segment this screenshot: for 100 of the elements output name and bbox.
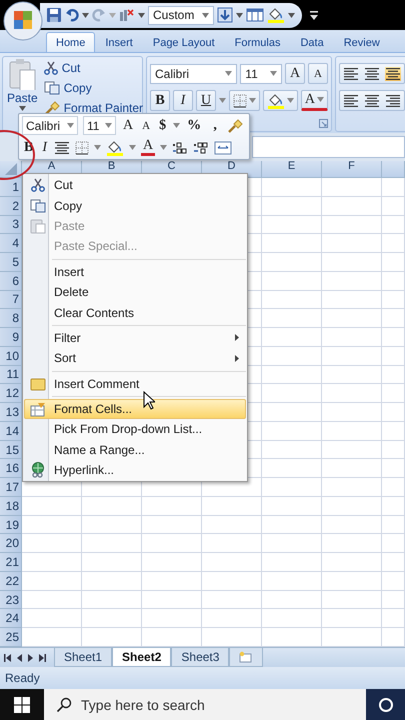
grid-cell[interactable] — [322, 403, 382, 422]
row-header[interactable]: 4 — [0, 234, 22, 254]
download-icon[interactable] — [217, 7, 234, 23]
grid-cell[interactable] — [262, 290, 322, 310]
comma-button[interactable]: , — [208, 116, 222, 135]
grid-cell[interactable] — [382, 346, 405, 366]
grid-cell[interactable] — [382, 553, 405, 572]
row-header[interactable]: 8 — [0, 309, 22, 328]
align-left-icon[interactable] — [343, 94, 359, 108]
row-header[interactable]: 5 — [0, 253, 22, 272]
format-cells-icon[interactable] — [30, 402, 46, 417]
grid-cell[interactable] — [322, 309, 382, 328]
grid-cell[interactable] — [262, 196, 322, 216]
grid-cell[interactable] — [262, 178, 322, 197]
font-size-field[interactable]: 11 — [240, 64, 282, 84]
align-bottom-icon[interactable] — [385, 66, 401, 80]
font-color-button[interactable]: A — [300, 90, 328, 111]
ribbon-tab[interactable]: Home — [46, 32, 96, 52]
grid-cell[interactable] — [22, 496, 82, 516]
grid-cell[interactable] — [142, 553, 202, 572]
caret-icon[interactable] — [94, 145, 102, 150]
cut-button[interactable]: Cut — [44, 58, 144, 77]
grid-cell[interactable] — [262, 609, 322, 628]
grid-cell[interactable] — [322, 422, 382, 441]
row-header[interactable]: 6 — [0, 272, 22, 291]
undo-icon[interactable] — [65, 8, 79, 22]
windows-icon[interactable] — [14, 696, 30, 712]
caret-icon[interactable] — [202, 12, 210, 18]
grid-cell[interactable] — [82, 534, 142, 554]
grid-cell[interactable] — [262, 553, 322, 572]
formula-bar[interactable] — [252, 136, 405, 158]
caret-icon[interactable] — [138, 12, 145, 18]
grid-cell[interactable] — [262, 496, 322, 516]
caret-icon[interactable] — [18, 106, 26, 111]
caret-icon[interactable] — [67, 123, 74, 128]
sheet-tab[interactable]: Sheet2 — [112, 648, 172, 667]
row-header[interactable]: 24 — [0, 609, 22, 628]
grid-cell[interactable] — [382, 572, 405, 591]
grid-cell[interactable] — [382, 196, 405, 216]
row-header[interactable]: 18 — [0, 496, 22, 516]
grid-cell[interactable] — [202, 553, 262, 572]
grid-cell[interactable] — [262, 346, 322, 366]
caret-icon[interactable] — [270, 71, 277, 76]
grid-cell[interactable] — [262, 572, 322, 591]
grid-cell[interactable] — [322, 366, 382, 384]
percent-button[interactable]: % — [185, 116, 204, 135]
cortana-icon[interactable] — [378, 696, 394, 712]
row-header[interactable]: 15 — [0, 440, 22, 460]
save-icon[interactable] — [46, 7, 62, 23]
caret-icon[interactable] — [286, 98, 294, 103]
font-name-field[interactable]: Calibri — [22, 116, 78, 135]
scissors-icon[interactable] — [44, 60, 58, 74]
sheet-tab[interactable]: Sheet3 — [171, 648, 230, 667]
grid-cell[interactable] — [82, 553, 142, 572]
caret-icon[interactable] — [173, 123, 180, 128]
menu-item[interactable]: Name a Range... — [24, 440, 246, 460]
grid-cell[interactable] — [322, 440, 382, 460]
row-header[interactable]: 25 — [0, 628, 22, 647]
row-header[interactable]: 20 — [0, 534, 22, 554]
customize-menu-icon[interactable] — [310, 10, 318, 20]
table-icon[interactable] — [246, 8, 264, 22]
globe-icon[interactable] — [30, 462, 46, 478]
caret-icon[interactable] — [129, 145, 136, 150]
borders-icon[interactable] — [75, 140, 90, 154]
grid-cell[interactable] — [322, 516, 382, 534]
fill-color-icon[interactable] — [266, 92, 285, 108]
menu-item[interactable]: Clear Contents — [24, 302, 246, 323]
italic-button[interactable]: I — [40, 138, 50, 157]
grid-cell[interactable] — [322, 496, 382, 516]
grid-cell[interactable] — [262, 366, 322, 384]
caret-icon[interactable] — [105, 123, 112, 128]
row-header[interactable]: 3 — [0, 216, 22, 234]
grid-cell[interactable] — [142, 516, 202, 534]
column-header[interactable]: F — [322, 161, 382, 178]
menu-item[interactable]: Insert Comment — [24, 374, 246, 394]
row-header[interactable]: 17 — [0, 478, 22, 497]
caret-icon[interactable] — [225, 71, 232, 76]
grid-cell[interactable] — [22, 516, 82, 534]
row-header[interactable]: 13 — [0, 403, 22, 422]
fill-color-button[interactable] — [262, 90, 298, 111]
grow-font-button[interactable]: A — [121, 116, 136, 135]
merge-center-icon[interactable] — [214, 140, 232, 154]
grid-cell[interactable] — [262, 216, 322, 234]
menu-item[interactable]: Hyperlink... — [24, 460, 246, 480]
grid-cell[interactable] — [82, 609, 142, 628]
grid-cell[interactable] — [202, 590, 262, 610]
grid-cell[interactable] — [382, 328, 405, 347]
bold-button[interactable]: B — [150, 90, 170, 111]
row-header[interactable]: 22 — [0, 572, 22, 591]
column-header[interactable]: E — [262, 161, 322, 178]
grid-cell[interactable] — [142, 572, 202, 591]
grid-cell[interactable] — [262, 253, 322, 272]
grid-cell[interactable] — [22, 534, 82, 554]
underline-button[interactable]: U — [196, 90, 216, 111]
grid-cell[interactable] — [202, 572, 262, 591]
grid-cell[interactable] — [382, 234, 405, 254]
ribbon-tab[interactable]: Insert — [95, 32, 143, 52]
row-header[interactable]: 23 — [0, 590, 22, 610]
decrease-decimal-icon[interactable] — [193, 140, 210, 154]
row-header[interactable]: 10 — [0, 346, 22, 366]
